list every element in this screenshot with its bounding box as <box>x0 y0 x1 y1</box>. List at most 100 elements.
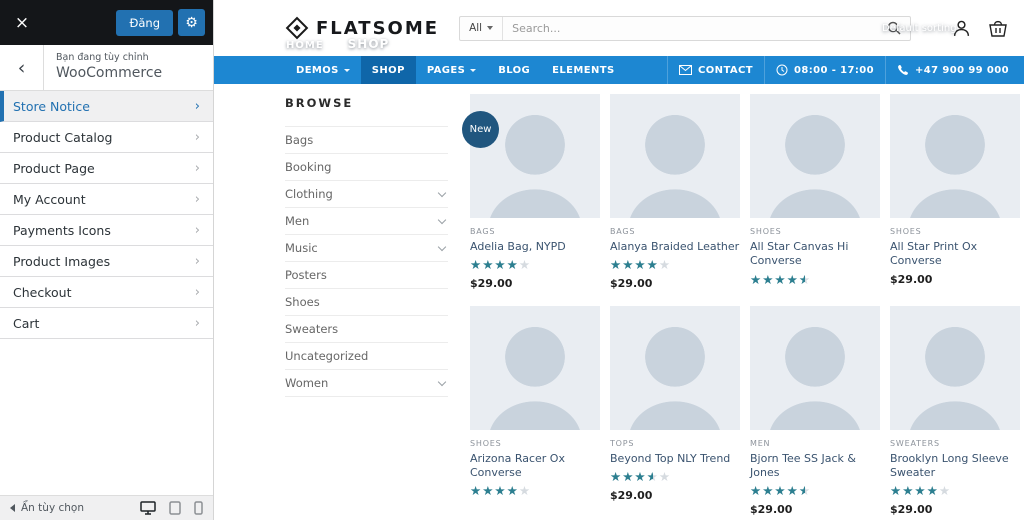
product-title-link[interactable]: Bjorn Tee SS Jack & Jones <box>750 452 880 481</box>
chevron-down-icon <box>487 26 493 30</box>
chevron-right-icon: › <box>195 99 200 114</box>
category-label: Music <box>285 241 318 255</box>
tablet-preview-icon[interactable] <box>169 501 181 515</box>
star-rating: ★★★★★ ★★★★★ <box>610 471 671 484</box>
category-uncategorized[interactable]: Uncategorized <box>285 343 448 370</box>
product-image placeholder-person-image[interactable] <box>750 94 880 218</box>
chevron-down-icon[interactable] <box>438 188 446 196</box>
customizer-section-cart[interactable]: Cart › <box>0 308 213 339</box>
product-image placeholder-person-image[interactable] <box>890 306 1020 430</box>
customizer-header: ‹ Bạn đang tùy chỉnh WooCommerce <box>0 45 213 91</box>
product-card[interactable]: TOPS Beyond Top NLY Trend ★★★★★ ★★★★★ $2… <box>610 306 740 502</box>
nav-item-elements[interactable]: ELEMENTS <box>541 56 625 84</box>
chevron-down-icon[interactable] <box>438 215 446 223</box>
chevron-right-icon: › <box>195 285 200 300</box>
product-card[interactable]: SHOES Arizona Racer Ox Converse ★★★★★ ★★… <box>470 306 600 504</box>
section-label: Product Images <box>13 254 110 269</box>
back-chevron-icon[interactable]: ‹ <box>0 45 44 90</box>
product-price: $29.00 <box>610 277 740 290</box>
close-icon[interactable]: × <box>0 0 44 45</box>
product-card[interactable]: SHOES All Star Print Ox Converse ★★★★★ ★… <box>890 94 1020 286</box>
chevron-down-icon[interactable] <box>438 377 446 385</box>
product-title-link[interactable]: Arizona Racer Ox Converse <box>470 452 600 481</box>
category-music[interactable]: Music <box>285 235 448 262</box>
section-label: Product Catalog <box>13 130 112 145</box>
mobile-preview-icon[interactable] <box>194 501 203 515</box>
publish-button[interactable]: Đăng <box>116 10 173 36</box>
product-title-link[interactable]: All Star Canvas Hi Converse <box>750 240 880 269</box>
product-category-label[interactable]: TOPS <box>610 439 740 448</box>
category-clothing[interactable]: Clothing <box>285 181 448 208</box>
category-list: Bags Booking Clothing Men Music Posters … <box>285 126 448 397</box>
search-submit-button[interactable] <box>878 21 910 35</box>
product-category-label[interactable]: SHOES <box>890 227 1020 236</box>
customizer-section-product-page[interactable]: Product Page › <box>0 153 213 184</box>
product-image placeholder-person-image[interactable] <box>610 306 740 430</box>
stars-fill: ★★★★★ <box>470 259 519 272</box>
product-category-label[interactable]: SHOES <box>750 227 880 236</box>
product-title-link[interactable]: All Star Print Ox Converse <box>890 240 1020 269</box>
cart-button[interactable] <box>988 19 1008 37</box>
search-category-select[interactable]: All <box>460 17 503 40</box>
product-category-label[interactable]: MEN <box>750 439 880 448</box>
product-title-link[interactable]: Adelia Bag, NYPD <box>470 240 600 254</box>
nav-item-blog[interactable]: BLOG <box>487 56 541 84</box>
product-image placeholder-person-image[interactable] <box>470 306 600 430</box>
category-label: Clothing <box>285 187 333 201</box>
nav-item-demos[interactable]: DEMOS <box>285 56 361 84</box>
gear-icon[interactable]: ⚙ <box>178 9 205 36</box>
collapse-arrow-icon <box>10 504 15 512</box>
section-label: Checkout <box>13 285 71 300</box>
customizer-section-my-account[interactable]: My Account › <box>0 184 213 215</box>
product-price: $29.00 <box>890 273 1020 286</box>
customizer-topbar: × Đăng ⚙ <box>0 0 213 45</box>
search-input[interactable] <box>503 22 878 35</box>
product-title-link[interactable]: Alanya Braided Leather <box>610 240 740 254</box>
customizing-hint: Bạn đang tùy chỉnh <box>56 52 162 63</box>
product-title-link[interactable]: Brooklyn Long Sleeve Sweater <box>890 452 1020 481</box>
category-label: Bags <box>285 133 313 147</box>
product-category-label[interactable]: BAGS <box>610 227 740 236</box>
product-category-label[interactable]: SHOES <box>470 439 600 448</box>
section-label: Payments Icons <box>13 223 111 238</box>
nav-phone-link[interactable]: +47 900 99 000 <box>885 56 1020 84</box>
customizer-section-product-catalog[interactable]: Product Catalog › <box>0 122 213 153</box>
nav-item-shop[interactable]: SHOP <box>361 56 416 84</box>
hours-label: 08:00 - 17:00 <box>794 65 874 76</box>
product-card[interactable]: New BAGS Adelia Bag, NYPD ★★★★★ ★★★★★ $2… <box>470 94 600 290</box>
product-card[interactable]: SWEATERS Brooklyn Long Sleeve Sweater ★★… <box>890 306 1020 517</box>
product-price: $29.00 <box>610 489 740 502</box>
category-booking[interactable]: Booking <box>285 154 448 181</box>
customizer-section-product-images[interactable]: Product Images › <box>0 246 213 277</box>
product-image placeholder-person-image[interactable] <box>610 94 740 218</box>
category-sweaters[interactable]: Sweaters <box>285 316 448 343</box>
product-image placeholder-person-image[interactable] <box>750 306 880 430</box>
customizer-section-payments-icons[interactable]: Payments Icons › <box>0 215 213 246</box>
category-shoes[interactable]: Shoes <box>285 289 448 316</box>
nav-item-pages[interactable]: PAGES <box>416 56 487 84</box>
category-posters[interactable]: Posters <box>285 262 448 289</box>
star-rating: ★★★★★ ★★★★★ <box>470 259 531 272</box>
product-title-link[interactable]: Beyond Top NLY Trend <box>610 452 740 466</box>
product-card[interactable]: SHOES All Star Canvas Hi Converse ★★★★★ … <box>750 94 880 292</box>
chevron-down-icon[interactable] <box>438 242 446 250</box>
nav-opening-hours: 08:00 - 17:00 <box>764 56 885 84</box>
chevron-right-icon: › <box>195 130 200 145</box>
nav-contact-link[interactable]: CONTACT <box>667 56 764 84</box>
category-label: Uncategorized <box>285 349 368 363</box>
customizer-section-store-notice[interactable]: Store Notice › <box>0 91 213 122</box>
star-rating: ★★★★★ ★★★★★ <box>750 485 811 498</box>
site-logo[interactable]: FLATSOME <box>285 16 439 40</box>
product-card[interactable]: BAGS Alanya Braided Leather ★★★★★ ★★★★★ … <box>610 94 740 290</box>
collapse-sidebar-button[interactable]: Ẩn tùy chọn <box>10 502 84 514</box>
product-card[interactable]: MEN Bjorn Tee SS Jack & Jones ★★★★★ ★★★★… <box>750 306 880 517</box>
product-category-label[interactable]: BAGS <box>470 227 600 236</box>
customizer-section-checkout[interactable]: Checkout › <box>0 277 213 308</box>
product-category-label[interactable]: SWEATERS <box>890 439 1020 448</box>
category-men[interactable]: Men <box>285 208 448 235</box>
account-button[interactable] <box>952 19 971 38</box>
category-women[interactable]: Women <box>285 370 448 397</box>
desktop-preview-icon[interactable] <box>140 501 156 515</box>
category-bags[interactable]: Bags <box>285 127 448 154</box>
product-image placeholder-person-image[interactable] <box>890 94 1020 218</box>
